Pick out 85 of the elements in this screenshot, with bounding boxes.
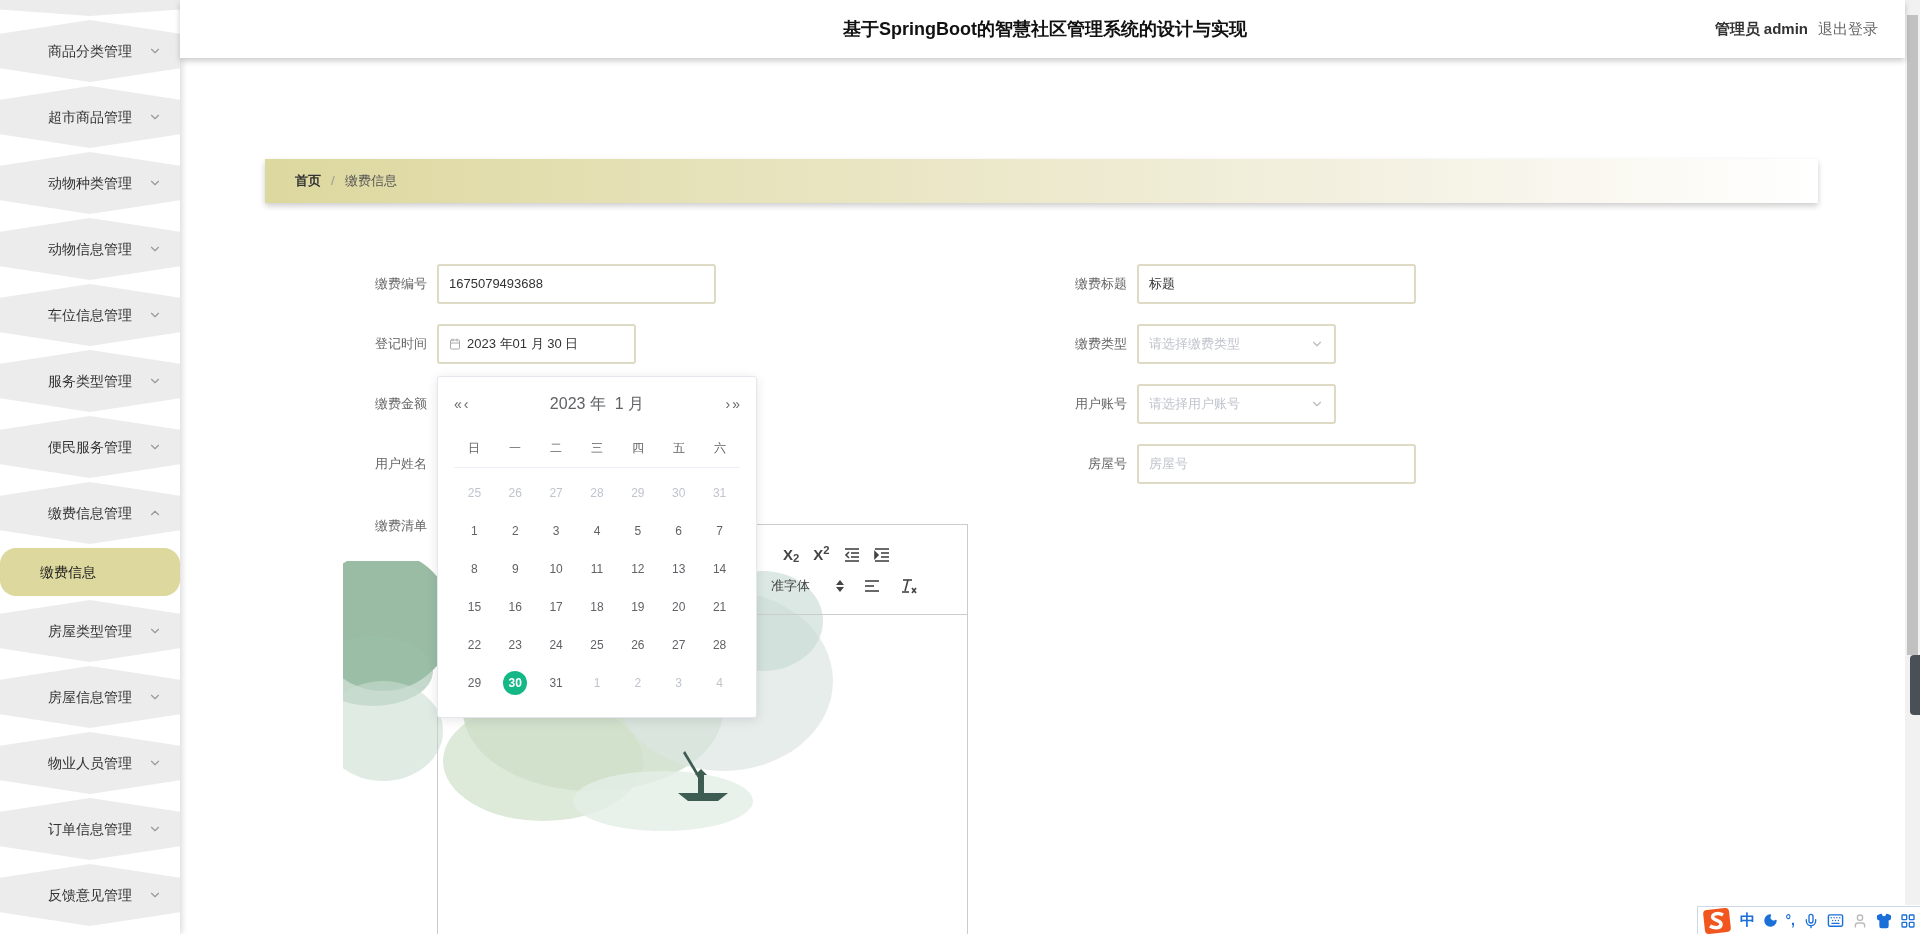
script-button[interactable]: X$_{2}$ (783, 543, 800, 566)
weekday-label: 一 (508, 440, 523, 457)
indent-icon[interactable] (873, 547, 890, 562)
next-month-button[interactable]: › (725, 393, 731, 415)
calendar-icon (449, 338, 461, 350)
sidebar-item[interactable]: 缴费信息管理 (0, 482, 180, 544)
sidebar-item[interactable]: 服务类型管理 (0, 350, 180, 412)
submenu-item[interactable]: 缴费信息 (0, 548, 180, 596)
calendar-day[interactable]: 29 (462, 671, 487, 695)
script-button[interactable]: X$^{2}$ (813, 543, 830, 566)
sidebar-item[interactable]: 动物信息管理 (0, 218, 180, 280)
weekday-label: 二 (549, 440, 564, 457)
weekday-label: 五 (671, 440, 686, 457)
calendar-day[interactable]: 11 (585, 557, 609, 581)
side-widget-tooltip (1910, 655, 1920, 715)
calendar-day[interactable]: 15 (462, 595, 487, 619)
weekday-label: 日 (467, 440, 482, 457)
field-label: 缴费类型 (1074, 335, 1127, 354)
shirt-icon[interactable] (1876, 912, 1892, 929)
calendar-day[interactable]: 17 (544, 595, 569, 619)
weekday-label: 六 (712, 440, 727, 457)
ime-mode[interactable]: 中 (1739, 909, 1755, 932)
calendar-day[interactable]: 23 (503, 633, 528, 657)
calendar-day[interactable]: 13 (666, 557, 691, 581)
microphone-icon[interactable] (1803, 912, 1819, 929)
weekday-label: 三 (590, 440, 604, 457)
font-select[interactable]: 准字体 (771, 576, 844, 596)
scrollbar-thumb[interactable] (1907, 15, 1918, 655)
logout-link[interactable]: 退出登录 (1818, 17, 1878, 41)
clear-format-icon[interactable] (900, 577, 918, 594)
field-label: 缴费标题 (1074, 275, 1127, 294)
calendar-day[interactable]: 8 (462, 557, 487, 581)
calendar-day[interactable]: 10 (544, 557, 569, 581)
app-title: 基于SpringBoot的智慧社区管理系统的设计与实现 (843, 17, 1247, 41)
sidebar-item[interactable]: 动物种类管理 (0, 152, 180, 214)
updown-icon (836, 579, 844, 592)
calendar-day[interactable]: 21 (707, 595, 732, 619)
field-label: 房屋号 (1087, 455, 1127, 474)
calendar-day[interactable]: 24 (544, 633, 569, 657)
calendar-day[interactable]: 14 (707, 557, 732, 581)
prev-year-button[interactable]: « (454, 393, 462, 415)
calendar-day[interactable]: 12 (625, 557, 650, 581)
punctuation-toggle[interactable]: °, (1785, 910, 1795, 931)
keyboard-icon[interactable] (1827, 912, 1844, 929)
field-label: 用户姓名 (374, 455, 427, 474)
calendar-day[interactable]: 27 (666, 633, 691, 657)
field-label: 缴费清单 (374, 517, 427, 535)
field-label: 缴费编号 (374, 275, 427, 294)
sidebar-item[interactable]: 订单信息管理 (0, 798, 180, 860)
calendar-day[interactable]: 22 (462, 633, 487, 657)
calendar-day[interactable]: 9 (503, 557, 528, 581)
calendar-day[interactable]: 19 (625, 595, 650, 619)
field-label: 用户账号 (1074, 395, 1127, 414)
text-field[interactable]: 1675079493688 (437, 264, 716, 304)
sidebar-item[interactable]: 物业人员管理 (0, 732, 180, 794)
text-field[interactable]: 标题 (1137, 264, 1416, 304)
sidebar-item[interactable]: 车位信息管理 (0, 284, 180, 346)
calendar-day[interactable]: 18 (585, 595, 609, 619)
sidebar-item[interactable]: 反馈意见管理 (0, 864, 180, 926)
field-label: 缴费金额 (374, 395, 427, 414)
breadcrumb-link[interactable]: 首页 (295, 171, 321, 191)
calendar-day[interactable]: 31 (544, 671, 569, 695)
align-left-icon[interactable] (864, 578, 880, 593)
breadcrumb-current: 缴费信息 (344, 172, 397, 191)
field-label: 登记时间 (374, 335, 427, 354)
user-label: 管理员 admin (1714, 18, 1808, 39)
outdent-icon[interactable] (843, 547, 860, 562)
next-year-button[interactable]: » (732, 393, 740, 415)
sidebar-item[interactable]: 超市商品管理 (0, 86, 180, 148)
calendar-day[interactable]: 28 (707, 633, 732, 657)
prev-month-button[interactable]: ‹ (463, 393, 469, 415)
moon-icon[interactable] (1762, 913, 1778, 928)
calendar-title: 2023 年 1 月 (548, 394, 646, 414)
weekday-label: 四 (630, 440, 645, 457)
date-field[interactable]: 2023 年01 月 30 日 (437, 324, 636, 364)
grid-icon[interactable] (1900, 912, 1916, 929)
sidebar-item[interactable]: 商品分类管理 (0, 20, 180, 82)
calendar-day[interactable]: 26 (625, 633, 650, 657)
sidebar-item[interactable]: 便民服务管理 (0, 416, 180, 478)
calendar-day[interactable]: 25 (585, 633, 609, 657)
sidebar-item[interactable]: 房屋类型管理 (0, 600, 180, 662)
breadcrumb-separator: / (331, 172, 335, 191)
calendar-day[interactable]: 20 (666, 595, 691, 619)
sidebar-item[interactable]: 房屋信息管理 (0, 666, 180, 728)
calendar-day[interactable]: 16 (503, 595, 528, 619)
